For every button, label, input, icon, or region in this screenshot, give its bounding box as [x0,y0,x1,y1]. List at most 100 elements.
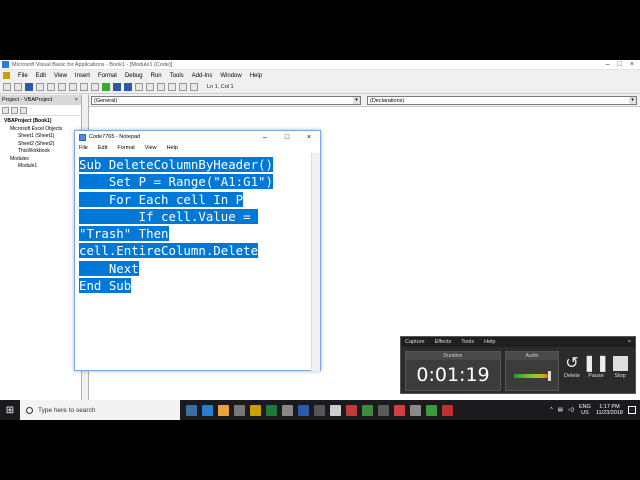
redo-icon[interactable] [91,83,99,91]
recorder-menu-help[interactable]: Help [484,339,495,345]
menu-edit[interactable]: Edit [36,73,46,79]
close-icon[interactable]: × [75,95,81,105]
notepad-menu-edit[interactable]: Edit [98,145,107,151]
maximize-icon[interactable]: □ [276,134,298,141]
view-code-icon[interactable] [2,107,9,114]
notepad-menubar: File Edit Format View Help [75,143,320,153]
code-line: Next [79,260,139,276]
taskbar-app-icon[interactable] [250,404,261,416]
toolbox-icon[interactable] [179,83,187,91]
pause-icon: ❚❚ [582,355,610,372]
audio-panel: Audio [505,351,559,391]
notepad-menu-format[interactable]: Format [117,145,134,151]
save-icon[interactable] [25,83,33,91]
view-object-icon[interactable] [11,107,18,114]
notepad-menu-view[interactable]: View [145,145,157,151]
design-mode-icon[interactable] [135,83,143,91]
chevron-down-icon[interactable]: ▾ [353,97,360,104]
menu-view[interactable]: View [54,73,67,79]
project-tree: VBAProject (Book1) Microsoft Excel Objec… [0,116,81,173]
taskbar-app-icon[interactable] [218,404,229,416]
tree-item-vbaproject[interactable]: VBAProject (Book1) [2,118,79,126]
close-icon[interactable]: × [630,61,634,68]
insert-module-icon[interactable] [14,83,22,91]
taskbar-app-icon[interactable] [282,404,293,416]
menu-insert[interactable]: Insert [75,73,90,79]
tree-item-sheet1[interactable]: Sheet1 (Sheet1) [2,133,79,141]
paste-icon[interactable] [58,83,66,91]
undo-icon[interactable] [80,83,88,91]
tree-item-modules[interactable]: Modules [2,156,79,164]
notepad-scrollbar[interactable] [311,153,320,371]
chevron-up-icon[interactable]: ^ [550,407,553,413]
language-indicator[interactable]: ENG US [579,404,591,417]
break-icon[interactable] [113,83,121,91]
maximize-icon[interactable]: □ [618,61,622,68]
taskbar-app-icon[interactable] [330,404,341,416]
copy-icon[interactable] [47,83,55,91]
menu-run[interactable]: Run [151,73,162,79]
taskbar-search[interactable]: Type here to search [20,400,180,420]
taskbar-app-icon[interactable] [202,404,213,416]
project-explorer-icon[interactable] [146,83,154,91]
notepad-text-area[interactable]: Sub DeleteColumnByHeader() Set P = Range… [75,153,312,371]
stop-button[interactable]: Stop [609,353,631,379]
taskbar-app-icon[interactable] [426,404,437,416]
close-icon[interactable]: × [298,134,320,141]
run-icon[interactable] [102,83,110,91]
notepad-menu-help[interactable]: Help [167,145,178,151]
pause-button[interactable]: ❚❚ Pause [582,353,610,379]
volume-icon[interactable]: ◁) [568,407,574,413]
menu-window[interactable]: Window [220,73,241,79]
delete-button[interactable]: ↺ Delete [561,353,583,379]
object-dropdown[interactable]: (General) ▾ [91,96,361,105]
taskbar-clock[interactable]: 1:17 PM 11/23/2018 [596,404,623,417]
taskbar-app-icon[interactable] [314,404,325,416]
taskbar-app-icon[interactable] [410,404,421,416]
taskbar-app-icon[interactable] [394,404,405,416]
duration-readout: 0:01:19 [416,364,490,386]
taskbar-app-icon[interactable] [298,404,309,416]
taskbar-app-icon[interactable] [362,404,373,416]
taskbar-app-icon[interactable] [378,404,389,416]
duration-label: Duration [406,352,500,360]
chevron-down-icon[interactable]: ▾ [629,97,636,104]
tree-item-excel-objects[interactable]: Microsoft Excel Objects [2,126,79,134]
menu-file[interactable]: File [18,73,28,79]
project-explorer: Project - VBAProject × VBAProject (Book1… [0,95,82,400]
minimize-icon[interactable]: – [606,61,610,68]
object-browser-icon[interactable] [168,83,176,91]
audio-level-slider[interactable] [548,371,551,381]
reset-icon[interactable] [124,83,132,91]
recorder-menu-tools[interactable]: Tools [461,339,474,345]
tree-item-module1[interactable]: Module1 [2,163,79,171]
cut-icon[interactable] [36,83,44,91]
taskbar-app-icon[interactable] [346,404,357,416]
excel-view-icon[interactable] [3,72,10,79]
tree-item-sheet2[interactable]: Sheet2 (Sheet2) [2,141,79,149]
start-button[interactable]: ⊞ [0,400,20,420]
minimize-icon[interactable]: – [254,134,276,141]
view-excel-icon[interactable] [3,83,11,91]
taskbar-app-icon[interactable] [442,404,453,416]
network-icon[interactable]: ▤ [558,407,563,413]
notepad-menu-file[interactable]: File [79,145,88,151]
menu-debug[interactable]: Debug [125,73,143,79]
procedure-dropdown[interactable]: (Declarations) ▾ [367,96,637,105]
notification-icon[interactable] [628,406,636,414]
recorder-menu-effects[interactable]: Effects [435,339,452,345]
toggle-folders-icon[interactable] [20,107,27,114]
menu-addins[interactable]: Add-Ins [192,73,213,79]
help-icon[interactable] [190,83,198,91]
menu-help[interactable]: Help [250,73,262,79]
taskbar-app-icon[interactable] [186,404,197,416]
find-icon[interactable] [69,83,77,91]
tree-item-thisworkbook[interactable]: ThisWorkbook [2,148,79,156]
taskbar-app-icon[interactable] [234,404,245,416]
recorder-menu-capture[interactable]: Capture [405,339,425,345]
menu-format[interactable]: Format [98,73,117,79]
properties-icon[interactable] [157,83,165,91]
menu-tools[interactable]: Tools [170,73,184,79]
close-icon[interactable]: × [628,339,635,345]
taskbar-app-icon[interactable] [266,404,277,416]
